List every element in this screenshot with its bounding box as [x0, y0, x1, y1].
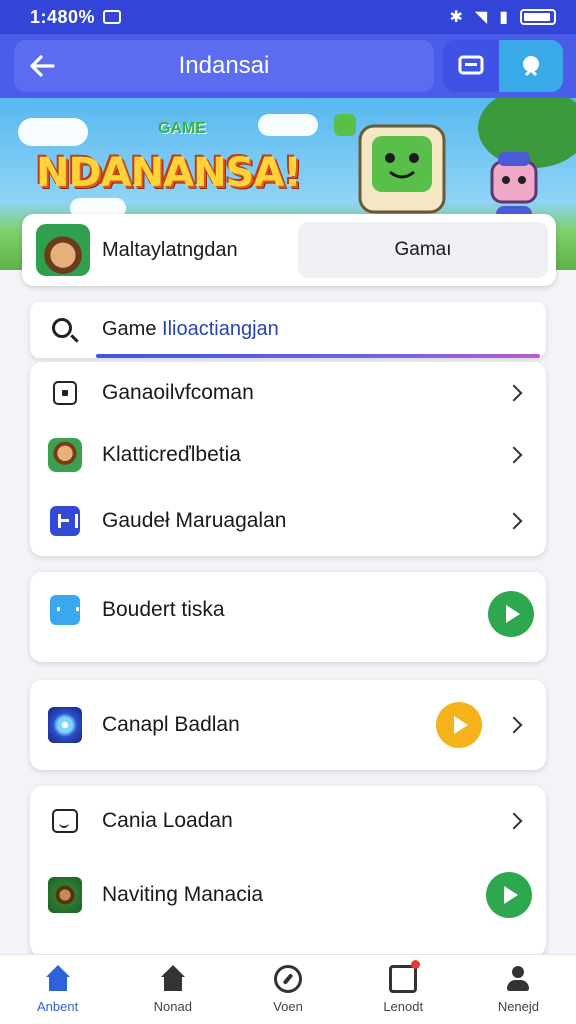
nav-label: Voen	[273, 999, 303, 1014]
nav-item-store[interactable]: Nonad	[115, 955, 230, 1024]
character-icon	[48, 438, 82, 472]
spark-icon	[48, 707, 82, 743]
user-icon	[504, 965, 532, 993]
banner-subtitle: GAME	[158, 120, 206, 137]
profile-name: Maltaylatngdan	[102, 238, 238, 261]
list-item[interactable]: Cania Loadan	[30, 796, 546, 846]
menu-item[interactable]: Ganaoilvfcoman	[30, 362, 546, 424]
game-label: Canapl Badlan	[102, 713, 240, 736]
back-button[interactable]	[14, 40, 70, 92]
controller-icon	[48, 593, 82, 627]
chevron-right-icon	[505, 512, 523, 530]
arrow-left-icon	[30, 55, 55, 77]
chevron-right-icon	[505, 384, 523, 402]
status-icons: ✱ ◥ ▮	[449, 7, 556, 27]
page-title: Indansai	[178, 52, 270, 79]
avatar[interactable]	[36, 224, 90, 276]
search-text-primary: Game	[102, 318, 157, 340]
menu-item[interactable]: Gaudeł Maruagalan	[30, 486, 546, 556]
play-button[interactable]	[436, 702, 482, 748]
menu-item-label: Ganaoilvfcoman	[102, 381, 254, 404]
emoji-icon	[48, 804, 82, 838]
game-card[interactable]: Boudert tiska	[30, 572, 546, 662]
grid-icon	[48, 504, 82, 538]
header-search-button[interactable]	[499, 40, 563, 92]
compass-icon	[274, 965, 302, 993]
nav-item-profile[interactable]: Nenejd	[461, 955, 576, 1024]
bottom-navigation: Anbent Nonad Voen Lenodt Nenejd	[0, 954, 576, 1024]
list-item-label: Cania Loadan	[102, 809, 233, 832]
search-icon	[523, 56, 539, 77]
search-icon	[52, 318, 72, 338]
mascot-image	[334, 114, 446, 214]
chevron-right-icon	[505, 716, 523, 734]
search-bar[interactable]: Game Ilioactiangjan	[30, 302, 546, 358]
status-bar: 1:480% ✱ ◥ ▮	[0, 0, 576, 34]
game-row[interactable]: Boudert tiska	[30, 590, 546, 630]
banner-title: NDANANSA!	[36, 150, 302, 196]
game-list-card: Cania Loadan Naviting Manacia	[30, 786, 546, 956]
chat-button[interactable]	[443, 40, 499, 92]
menu-card: Ganaoilvfcoman Klatticreďlbetia Gaudeł M…	[30, 362, 546, 556]
search-progress-bar	[96, 354, 540, 358]
chat-icon	[458, 55, 484, 75]
app-header: Indansai	[0, 34, 576, 98]
menu-item-label: Klatticreďlbetia	[102, 443, 241, 466]
notification-icon	[103, 10, 122, 24]
inbox-icon	[389, 960, 421, 993]
home-icon	[44, 965, 72, 993]
status-time: 1:480%	[30, 6, 96, 27]
cloud-decoration	[258, 114, 318, 136]
battery-icon	[520, 9, 556, 25]
search-input[interactable]: Game Ilioactiangjan	[102, 318, 279, 341]
chevron-right-icon	[505, 446, 523, 464]
nav-label: Nonad	[153, 999, 192, 1014]
nav-label: Anbent	[37, 999, 79, 1014]
nav-label: Lenodt	[383, 999, 424, 1014]
nav-item-inbox[interactable]: Lenodt	[346, 955, 461, 1024]
nav-label: Nenejd	[497, 999, 540, 1014]
menu-item-label: Gaudeł Maruagalan	[102, 509, 287, 532]
list-item[interactable]: Naviting Manacia	[30, 870, 546, 920]
wifi-icon: ◥	[474, 9, 488, 26]
jungle-icon	[48, 877, 82, 913]
profile-card: Maltaylatngdan Gamaı	[22, 214, 556, 286]
nav-item-home[interactable]: Anbent	[0, 955, 115, 1024]
play-button[interactable]	[488, 591, 534, 637]
list-item-label: Naviting Manacia	[102, 883, 264, 906]
game-label: Boudert tiska	[102, 598, 225, 621]
signal-icon: ▮	[499, 9, 508, 26]
header-pill: Indansai	[14, 40, 434, 92]
cloud-decoration	[18, 118, 88, 146]
search-text-secondary: Ilioactiangjan	[162, 318, 279, 340]
game-button[interactable]: Gamaı	[298, 222, 548, 278]
square-icon	[48, 376, 82, 410]
home-outline-icon	[159, 965, 187, 993]
play-button[interactable]	[486, 872, 532, 918]
bluetooth-icon: ✱	[449, 9, 463, 26]
nav-item-explore[interactable]: Voen	[230, 955, 345, 1024]
chevron-right-icon	[505, 812, 523, 830]
game-card[interactable]: Canapl Badlan	[30, 680, 546, 770]
menu-item[interactable]: Klatticreďlbetia	[30, 424, 546, 486]
